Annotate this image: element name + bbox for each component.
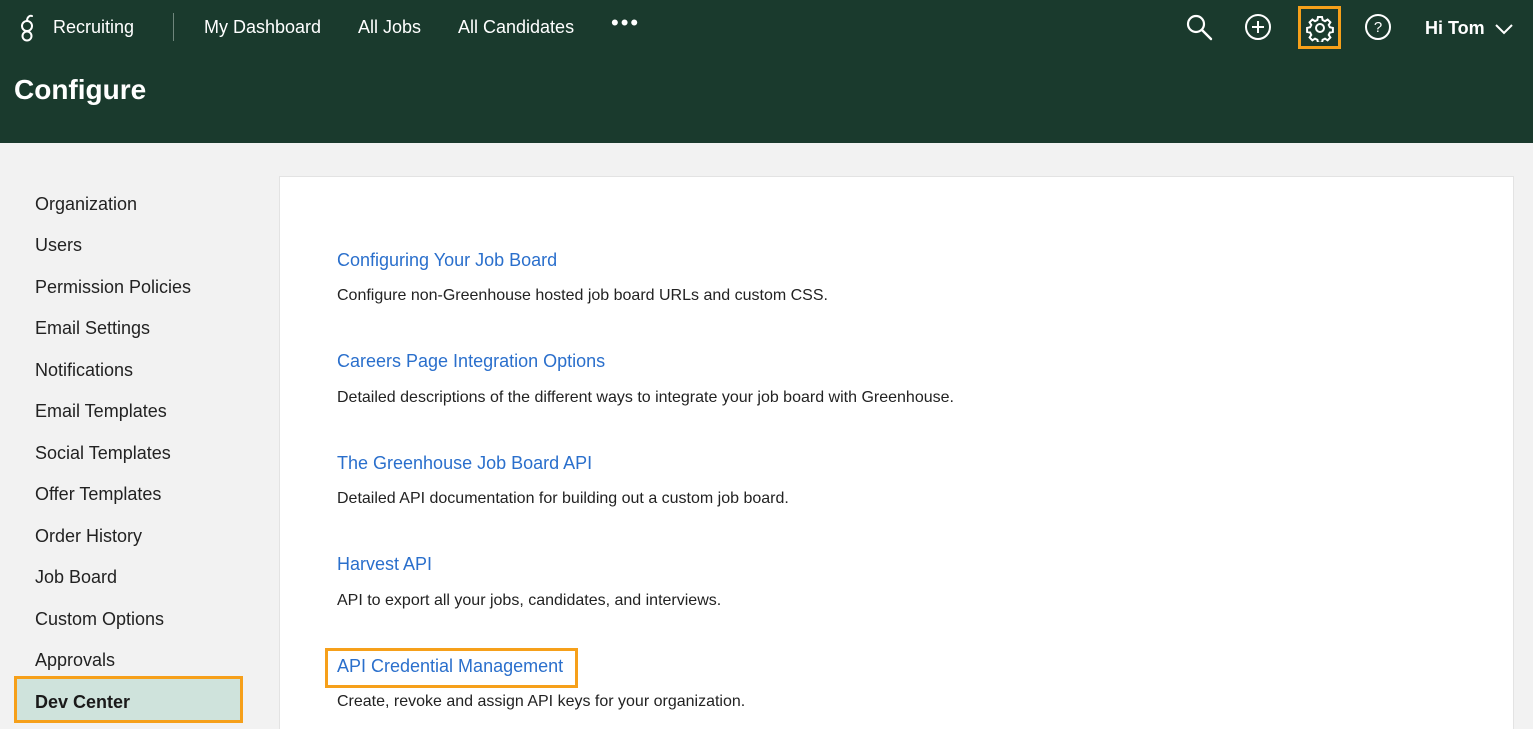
search-button[interactable]	[1184, 12, 1214, 42]
link-configuring-job-board[interactable]: Configuring Your Job Board	[337, 250, 557, 271]
gear-icon	[1305, 15, 1334, 42]
page-title: Configure	[14, 74, 147, 105]
top-header: Recruiting My Dashboard All Jobs All Can…	[0, 0, 1533, 143]
entry-description: API to export all your jobs, candidates,…	[337, 592, 722, 609]
sidebar-item-notifications[interactable]: Notifications	[35, 360, 133, 381]
plus-circle-icon	[1245, 14, 1271, 40]
svg-text:?: ?	[1374, 19, 1382, 36]
entry-description: Detailed descriptions of the different w…	[337, 389, 954, 406]
add-button[interactable]	[1243, 12, 1273, 42]
link-harvest-api[interactable]: Harvest API	[337, 554, 432, 575]
nav-all-candidates[interactable]: All Candidates	[458, 17, 574, 38]
header-divider	[173, 13, 174, 41]
configure-sidebar	[0, 143, 270, 729]
sidebar-item-approvals[interactable]: Approvals	[35, 650, 115, 671]
sidebar-item-organization[interactable]: Organization	[35, 194, 137, 215]
user-greeting[interactable]: Hi Tom	[1425, 18, 1485, 39]
help-button[interactable]: ?	[1363, 12, 1393, 42]
entry-description: Detailed API documentation for building …	[337, 490, 789, 507]
sidebar-item-permission-policies[interactable]: Permission Policies	[35, 277, 191, 298]
link-careers-page-integration[interactable]: Careers Page Integration Options	[337, 351, 605, 372]
entry-description: Configure non-Greenhouse hosted job boar…	[337, 287, 828, 304]
dev-center-panel: Configuring Your Job Board Configure non…	[279, 176, 1514, 729]
link-api-credential-management[interactable]: API Credential Management	[337, 656, 563, 677]
sidebar-item-social-templates[interactable]: Social Templates	[35, 443, 171, 464]
settings-button[interactable]	[1298, 6, 1341, 49]
sidebar-item-label: Dev Center	[35, 692, 131, 712]
app-name[interactable]: Recruiting	[53, 17, 134, 38]
sidebar-item-dev-center[interactable]: Dev Center	[14, 676, 243, 723]
greenhouse-logo-icon[interactable]	[16, 12, 40, 42]
search-icon	[1186, 14, 1213, 41]
sidebar-item-custom-options[interactable]: Custom Options	[35, 609, 164, 630]
nav-my-dashboard[interactable]: My Dashboard	[204, 17, 321, 38]
chevron-down-icon[interactable]	[1494, 22, 1514, 36]
question-circle-icon: ?	[1365, 14, 1391, 40]
sidebar-item-job-board[interactable]: Job Board	[35, 567, 117, 588]
sidebar-item-users[interactable]: Users	[35, 235, 82, 256]
sidebar-item-order-history[interactable]: Order History	[35, 526, 142, 547]
more-menu-button[interactable]: •••	[611, 10, 640, 36]
sidebar-item-email-templates[interactable]: Email Templates	[35, 401, 167, 422]
nav-all-jobs[interactable]: All Jobs	[358, 17, 421, 38]
link-job-board-api[interactable]: The Greenhouse Job Board API	[337, 453, 592, 474]
sidebar-item-offer-templates[interactable]: Offer Templates	[35, 484, 161, 505]
sidebar-item-email-settings[interactable]: Email Settings	[35, 318, 150, 339]
entry-description: Create, revoke and assign API keys for y…	[337, 693, 746, 710]
